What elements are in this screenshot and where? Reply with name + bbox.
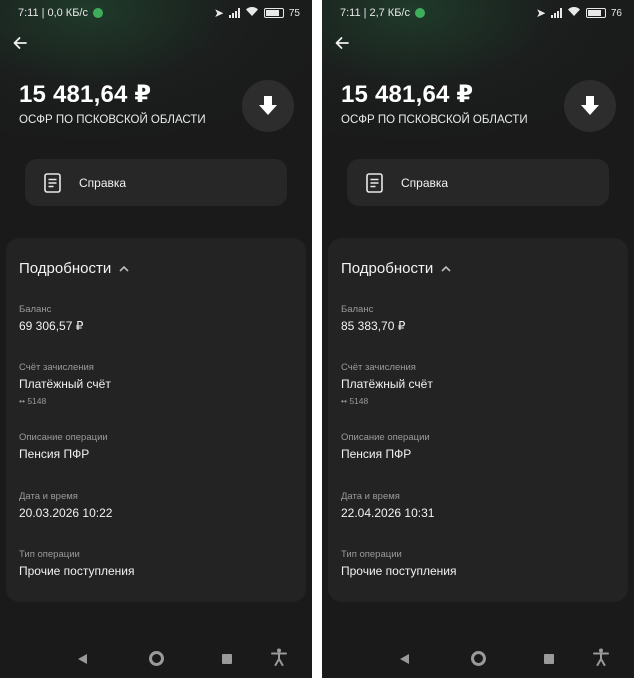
system-navigation-bar (0, 640, 312, 678)
signal-icon (228, 8, 240, 18)
download-button[interactable] (242, 80, 294, 132)
spravka-button[interactable]: Справка (347, 159, 609, 206)
status-bar: 7:11 | 2,7 КБ/с ➤ 76 (322, 0, 634, 26)
spravka-label: Справка (401, 175, 449, 190)
system-home-button[interactable] (149, 651, 164, 666)
details-toggle[interactable]: Подробности (19, 260, 129, 277)
wifi-icon (567, 6, 581, 20)
balance-value: 69 306,57 ₽ (19, 319, 84, 333)
status-net-speed: 0,0 КБ/с (47, 7, 88, 19)
battery-icon (585, 8, 606, 18)
download-button[interactable] (564, 80, 616, 132)
balance-label: Баланс (19, 304, 52, 315)
system-recents-button[interactable] (544, 654, 554, 664)
arrow-left-icon[interactable] (12, 34, 36, 56)
chevron-up-icon (441, 263, 451, 275)
location-arrow-icon: ➤ (535, 6, 546, 20)
status-bar: 7:11 | 0,0 КБ/с ➤ 75 (0, 0, 312, 26)
transaction-amount: 15 481,64 ₽ (341, 81, 474, 108)
status-net-speed: 2,7 КБ/с (369, 7, 410, 19)
download-icon (259, 96, 277, 115)
system-recents-button[interactable] (222, 654, 232, 664)
location-arrow-icon: ➤ (213, 6, 224, 20)
description-label: Описание операции (19, 432, 108, 443)
details-card: Подробности Баланс 85 383,70 ₽ Счёт зачи… (328, 238, 628, 602)
status-time: 7:11 (340, 7, 361, 19)
account-number: •• 5148 (341, 396, 369, 406)
details-title: Подробности (341, 260, 434, 277)
spravka-label: Справка (79, 175, 127, 190)
account-label: Счёт зачисления (19, 362, 94, 373)
arrow-left-icon[interactable] (334, 34, 358, 56)
account-number: •• 5148 (19, 396, 47, 406)
description-label: Описание операции (341, 432, 430, 443)
app-notification-icon (92, 8, 103, 18)
transaction-amount: 15 481,64 ₽ (19, 81, 152, 108)
operation-type-value: Прочие поступления (341, 564, 457, 578)
system-back-button[interactable] (78, 654, 87, 664)
details-card: Подробности Баланс 69 306,57 ₽ Счёт зачи… (6, 238, 306, 602)
system-navigation-bar (322, 640, 634, 678)
details-title: Подробности (19, 260, 112, 277)
account-label: Счёт зачисления (341, 362, 416, 373)
status-separator: | (41, 7, 45, 19)
battery-percent: 75 (288, 7, 300, 19)
operation-type-value: Прочие поступления (19, 564, 135, 578)
account-value: Платёжный счёт (341, 377, 433, 391)
phone-screen-left: 7:11 | 0,0 КБ/с ➤ 75 15 481,64 ₽ ОСФР ПО… (0, 0, 312, 678)
signal-icon (550, 8, 562, 18)
system-back-button[interactable] (400, 654, 409, 664)
datetime-value: 22.04.2026 10:31 (341, 506, 435, 520)
payer-name: ОСФР ПО ПСКОВСКОЙ ОБЛАСТИ (19, 114, 206, 126)
payer-name: ОСФР ПО ПСКОВСКОЙ ОБЛАСТИ (341, 114, 528, 126)
phone-screen-right: 7:11 | 2,7 КБ/с ➤ 76 15 481,64 ₽ ОСФР ПО… (322, 0, 634, 678)
battery-icon (263, 8, 284, 18)
document-icon (41, 172, 63, 194)
chevron-up-icon (119, 263, 129, 275)
accessibility-icon[interactable] (271, 648, 287, 671)
operation-type-label: Тип операции (19, 549, 80, 560)
details-toggle[interactable]: Подробности (341, 260, 451, 277)
description-value: Пенсия ПФР (19, 447, 90, 461)
spravka-button[interactable]: Справка (25, 159, 287, 206)
battery-percent: 76 (610, 7, 622, 19)
accessibility-icon[interactable] (593, 648, 609, 671)
datetime-label: Дата и время (19, 491, 78, 502)
download-icon (581, 96, 599, 115)
document-icon (363, 172, 385, 194)
wifi-icon (245, 6, 259, 20)
operation-type-label: Тип операции (341, 549, 402, 560)
app-notification-icon (414, 8, 425, 18)
datetime-label: Дата и время (341, 491, 400, 502)
system-home-button[interactable] (471, 651, 486, 666)
status-separator: | (363, 7, 367, 19)
description-value: Пенсия ПФР (341, 447, 412, 461)
balance-label: Баланс (341, 304, 374, 315)
status-time: 7:11 (18, 7, 39, 19)
balance-value: 85 383,70 ₽ (341, 319, 406, 333)
account-value: Платёжный счёт (19, 377, 111, 391)
datetime-value: 20.03.2026 10:22 (19, 506, 113, 520)
